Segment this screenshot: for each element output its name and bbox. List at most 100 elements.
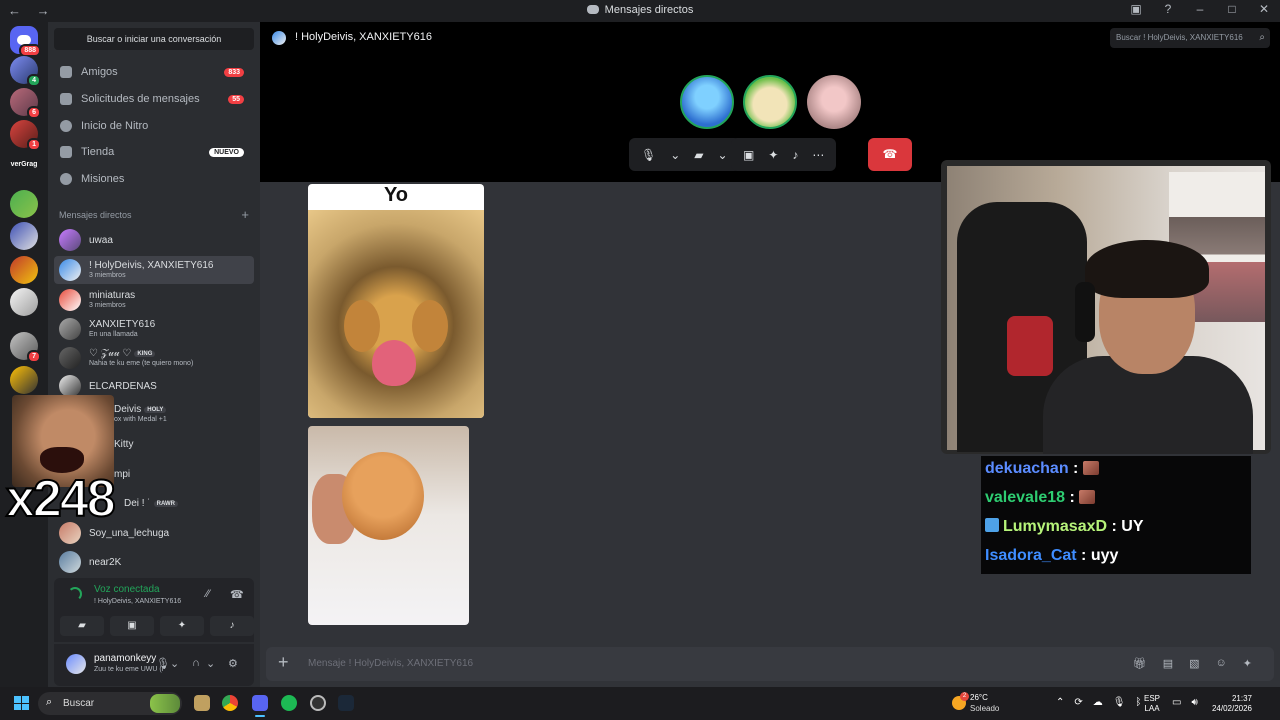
discord-taskbar-icon[interactable]	[252, 695, 268, 717]
server-icon[interactable]	[10, 256, 38, 284]
dm-item[interactable]: ♡ 𝒵𝓊𝓊 ♡ KING Nahia te ku eme (te quiero mo…	[54, 344, 254, 372]
camera-off-icon[interactable]: ▰	[694, 148, 703, 162]
username[interactable]: panamonkeyy	[94, 653, 156, 664]
inbox-icon[interactable]: ▣	[1130, 2, 1142, 16]
server-icon[interactable]	[10, 190, 38, 218]
kitten-image[interactable]	[308, 426, 469, 625]
title-bar: ← → Mensajes directos ▣ ? – □ ✕	[0, 0, 1280, 22]
server-label[interactable]: verGrag	[6, 158, 42, 172]
disconnect-icon[interactable]: ☎	[230, 588, 244, 601]
apps-icon[interactable]: ✦	[1243, 657, 1252, 670]
dm-item[interactable]: miniaturas 3 miembros	[54, 286, 254, 314]
channel-search-input[interactable]: Buscar ! HolyDeivis, XANXIETY616 ⌕	[1110, 28, 1270, 48]
file-explorer-icon[interactable]	[194, 695, 210, 711]
voice-status: Voz conectada	[94, 584, 160, 595]
mic-icon[interactable]: 🎙︎	[641, 148, 656, 162]
language-indicator[interactable]: ESP LAA	[1144, 694, 1160, 714]
guild-tag: RAWR	[153, 501, 179, 507]
chevron-down-icon[interactable]: ⌄	[206, 657, 215, 670]
taskbar-search[interactable]: ⌕ Buscar	[38, 692, 182, 715]
create-dm-icon[interactable]: +	[241, 207, 249, 222]
server-icon[interactable]: 6	[10, 88, 41, 119]
headphones-icon[interactable]: ∩	[192, 657, 200, 669]
mic-tray-icon[interactable]: 🎙︎	[1113, 697, 1126, 708]
close-button[interactable]: ✕	[1258, 2, 1270, 16]
chrome-icon[interactable]	[222, 695, 238, 711]
spotify-icon[interactable]	[281, 695, 297, 711]
avatar	[59, 375, 81, 397]
obs-icon[interactable]	[310, 695, 326, 711]
soundboard-button[interactable]: ♪	[210, 616, 254, 636]
nav-shop[interactable]: Tienda NUEVO	[54, 140, 254, 164]
cloud-icon[interactable]: ☁	[1093, 697, 1103, 708]
friends-count-badge: 833	[224, 67, 244, 77]
voice-channel-name[interactable]: ! HolyDeivis, XANXIETY616	[94, 598, 181, 605]
chevron-down-icon[interactable]: ⌄	[170, 657, 179, 670]
volume-icon[interactable]: 🔊︎	[1191, 697, 1197, 708]
search-icon: ⌕	[46, 696, 53, 708]
chevron-down-icon[interactable]: ⌄	[670, 148, 680, 162]
server-icon[interactable]: 4	[10, 56, 41, 87]
nav-quests[interactable]: Misiones	[54, 167, 254, 191]
more-options-icon[interactable]: ⋯	[812, 148, 824, 162]
dm-item[interactable]: near2K	[54, 548, 254, 576]
server-icon[interactable]	[10, 222, 38, 250]
upload-plus-icon[interactable]: +	[278, 652, 289, 673]
help-icon[interactable]: ?	[1162, 2, 1174, 16]
minimize-button[interactable]: –	[1194, 2, 1206, 16]
server-icon[interactable]: 7	[10, 332, 41, 363]
chat-line: valevale18 :	[985, 489, 1096, 507]
sync-icon[interactable]: ⟳	[1074, 697, 1082, 708]
emote-icon	[1079, 490, 1096, 504]
shop-icon	[60, 146, 72, 158]
activities-button[interactable]: ✦	[160, 616, 204, 636]
window-title: Mensajes directos	[0, 4, 1280, 16]
disconnect-call-button[interactable]: ☎	[868, 138, 912, 171]
settings-gear-icon[interactable]: ⚙	[228, 657, 238, 670]
chevron-down-icon[interactable]: ⌄	[718, 148, 728, 162]
noise-suppression-icon[interactable]: ⁄⁄	[206, 588, 210, 600]
participant-avatar[interactable]	[743, 75, 797, 129]
dm-item[interactable]: XANXIETY616 En una llamada	[54, 315, 254, 343]
avatar	[59, 229, 81, 251]
nav-friends[interactable]: Amigos 833	[54, 60, 254, 84]
channel-title: ! HolyDeivis, XANXIETY616	[295, 31, 432, 43]
mail-icon	[60, 93, 72, 105]
dm-item[interactable]: uwaa	[54, 226, 254, 254]
chat-line: LumymasaxD : UY	[985, 518, 1144, 536]
network-icon[interactable]: ▭	[1172, 697, 1181, 708]
nav-message-requests[interactable]: Solicitudes de mensajes 55	[54, 87, 254, 111]
server-icon[interactable]	[10, 288, 38, 316]
home-button[interactable]: 888	[10, 26, 41, 57]
screen-share-button[interactable]: ▣	[110, 616, 154, 636]
soundboard-icon[interactable]: ♪	[792, 148, 798, 162]
server-icon[interactable]: 1	[10, 120, 41, 151]
windows-start-icon[interactable]	[14, 696, 29, 710]
emoji-icon[interactable]: ☺	[1216, 657, 1227, 670]
screen-share-icon[interactable]: ▣	[743, 148, 754, 162]
gif-icon[interactable]: ▤	[1163, 657, 1173, 670]
activities-icon[interactable]: ✦	[768, 148, 778, 162]
chevron-up-icon[interactable]: ⌃	[1056, 697, 1064, 708]
participant-avatar[interactable]	[807, 75, 861, 129]
mic-icon[interactable]: 🎙︎	[156, 657, 170, 670]
find-conversation-button[interactable]: Buscar o iniciar una conversación	[54, 28, 254, 50]
participant-avatar[interactable]	[680, 75, 734, 129]
dm-item-active[interactable]: ! HolyDeivis, XANXIETY616 3 miembros	[54, 256, 254, 284]
signal-icon[interactable]	[68, 587, 82, 601]
clock[interactable]: 21:37 24/02/2026	[1206, 694, 1252, 714]
sticker-icon[interactable]: ▧	[1189, 657, 1199, 670]
bluetooth-icon[interactable]: ᛒ	[1135, 697, 1141, 708]
message-input[interactable]: + Mensaje ! HolyDeivis, XANXIETY616 🎁︎ ▤…	[266, 647, 1274, 681]
gift-icon[interactable]: 🎁︎	[1133, 657, 1147, 670]
camera-off-button[interactable]: ▰	[60, 616, 104, 636]
steam-icon[interactable]	[338, 695, 354, 711]
maximize-button[interactable]: □	[1226, 2, 1238, 16]
chat-line: dekuachan :	[985, 460, 1099, 478]
server-icon[interactable]	[10, 366, 38, 394]
user-avatar[interactable]	[66, 654, 86, 674]
nav-nitro[interactable]: Inicio de Nitro	[54, 114, 254, 138]
meme-image-dog-filter[interactable]: Yo	[308, 184, 484, 418]
nitro-icon	[60, 120, 72, 132]
counter-text: x248	[5, 469, 117, 529]
